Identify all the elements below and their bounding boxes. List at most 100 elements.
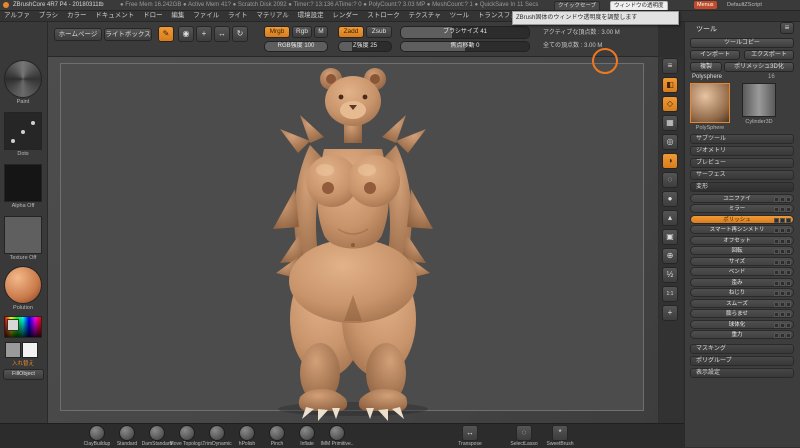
menu-draw[interactable]: ドロー bbox=[143, 11, 163, 21]
section-display-properties[interactable]: 表示設定 bbox=[690, 368, 794, 378]
deform-twist-slider[interactable]: ねじり bbox=[690, 288, 794, 297]
axis-toggles[interactable] bbox=[774, 302, 791, 307]
axis-toggles[interactable] bbox=[774, 312, 791, 317]
section-deformation[interactable]: 変形 bbox=[690, 182, 794, 192]
brush-inflate-thumb[interactable] bbox=[299, 425, 315, 441]
mrgb-button[interactable]: Mrgb bbox=[264, 26, 290, 38]
alpha-thumb[interactable] bbox=[4, 164, 42, 202]
deform-mirror-slider[interactable]: ミラー bbox=[690, 204, 794, 213]
brush-hpolish-thumb[interactable] bbox=[239, 425, 255, 441]
duplicate-button[interactable]: 複製 bbox=[690, 62, 722, 72]
draw-size-slider[interactable]: ブラシサイズ 41 bbox=[400, 26, 530, 39]
menu-texture[interactable]: テクスチャ bbox=[409, 11, 441, 21]
swap-colors-button[interactable]: 入れ替え bbox=[1, 359, 45, 367]
m-button[interactable]: M bbox=[314, 26, 328, 38]
section-preview[interactable]: プレビュー bbox=[690, 158, 794, 168]
section-masking[interactable]: マスキング bbox=[690, 344, 794, 354]
make-polymesh3d-button[interactable]: ポリメッシュ3D化 bbox=[724, 62, 794, 72]
deform-offset-slider[interactable]: オフセット bbox=[690, 236, 794, 245]
menu-color[interactable]: カラー bbox=[67, 11, 87, 21]
scroll-doc-button[interactable]: ≡ bbox=[662, 58, 678, 74]
deform-rotate-slider[interactable]: 回転 bbox=[690, 246, 794, 255]
transpose-tool-icon[interactable]: ↔ bbox=[462, 425, 478, 441]
section-polygroups[interactable]: ポリグループ bbox=[690, 356, 794, 366]
axis-toggles[interactable] bbox=[774, 323, 791, 328]
lightbox-button[interactable]: ライトボックス bbox=[104, 28, 152, 41]
menu-light[interactable]: ライト bbox=[228, 11, 248, 21]
edit-object-button[interactable]: ✎ bbox=[158, 26, 174, 42]
axis-toggles[interactable] bbox=[774, 291, 791, 296]
axis-toggles[interactable] bbox=[774, 207, 791, 212]
deform-smooth-slider[interactable]: スムーズ bbox=[690, 299, 794, 308]
deform-smart-resym-slider[interactable]: スマート再シンメトリ bbox=[690, 225, 794, 234]
material-thumb[interactable] bbox=[4, 266, 42, 304]
section-geometry[interactable]: ジオメトリ bbox=[690, 146, 794, 156]
quicksave-button[interactable]: クイックセーブ bbox=[554, 1, 600, 11]
current-brush-thumb[interactable] bbox=[4, 60, 42, 98]
bpr-render-button[interactable]: ◧ bbox=[662, 77, 678, 93]
zsub-button[interactable]: Zsub bbox=[366, 26, 392, 38]
brush-move-topological-thumb[interactable] bbox=[179, 425, 195, 441]
menu-document[interactable]: ドキュメント bbox=[95, 11, 134, 21]
section-surface[interactable]: サーフェス bbox=[690, 170, 794, 180]
ghost-button[interactable]: ◌ bbox=[662, 172, 678, 188]
section-subtool[interactable]: サブツール bbox=[690, 134, 794, 144]
deform-gravity-slider[interactable]: 重力 bbox=[690, 330, 794, 339]
menu-preferences[interactable]: 環境設定 bbox=[298, 11, 324, 21]
z-intensity-slider[interactable]: Z強度 25 bbox=[338, 41, 392, 52]
menu-brush[interactable]: ブラシ bbox=[39, 11, 58, 21]
active-tool-thumb[interactable] bbox=[690, 83, 730, 123]
brush-pinch-thumb[interactable] bbox=[269, 425, 285, 441]
axis-toggles[interactable] bbox=[774, 228, 791, 233]
copy-tool-button[interactable]: ツールコピー bbox=[690, 38, 794, 48]
rgb-intensity-slider[interactable]: RGB強度 100 bbox=[264, 41, 328, 52]
recent-tool-thumb[interactable] bbox=[742, 83, 776, 117]
menu-stroke[interactable]: ストローク bbox=[367, 11, 400, 21]
zoom-button[interactable]: ½ bbox=[662, 267, 678, 283]
zadd-button[interactable]: Zadd bbox=[338, 26, 364, 38]
window-transparency-button[interactable]: ウィンドウの透明度 bbox=[610, 1, 668, 11]
deform-size-slider[interactable]: サイズ bbox=[690, 257, 794, 266]
actual-size-button[interactable]: 1:1 bbox=[662, 286, 678, 302]
export-button[interactable]: エクスポート bbox=[744, 50, 794, 60]
menu-edit[interactable]: 編集 bbox=[171, 11, 184, 21]
axis-toggles[interactable] bbox=[774, 260, 791, 265]
axis-toggles[interactable] bbox=[774, 218, 791, 223]
rgb-button[interactable]: Rgb bbox=[292, 26, 312, 38]
menu-tool[interactable]: ツール bbox=[450, 11, 470, 21]
deform-distort-slider[interactable]: 歪み bbox=[690, 278, 794, 287]
brush-imm-primitive-thumb[interactable] bbox=[329, 425, 345, 441]
axis-toggles[interactable] bbox=[774, 197, 791, 202]
brush-trimdynamic-thumb[interactable] bbox=[209, 425, 225, 441]
move-doc-button[interactable]: + bbox=[662, 305, 678, 321]
menu-file[interactable]: ファイル bbox=[193, 11, 219, 21]
axis-toggles[interactable] bbox=[774, 281, 791, 286]
palette-menu-icon[interactable]: ≡ bbox=[780, 22, 794, 34]
fill-object-button[interactable]: FillObject bbox=[3, 369, 44, 380]
brush-standard-thumb[interactable] bbox=[119, 425, 135, 441]
solo-button[interactable]: ● bbox=[662, 191, 678, 207]
deform-spherize-slider[interactable]: 球体化 bbox=[690, 320, 794, 329]
axis-toggles[interactable] bbox=[774, 249, 791, 254]
color-picker[interactable] bbox=[4, 316, 42, 338]
import-button[interactable]: インポート bbox=[690, 50, 740, 60]
doc-scale-button[interactable]: ⊕ bbox=[662, 248, 678, 264]
axis-toggles[interactable] bbox=[774, 239, 791, 244]
axis-toggles[interactable] bbox=[774, 333, 791, 338]
deform-bend-slider[interactable]: ベンド bbox=[690, 267, 794, 276]
frame-button[interactable]: ▣ bbox=[662, 229, 678, 245]
menus-toggle[interactable]: Menus bbox=[694, 1, 717, 9]
floor-grid-button[interactable]: ▦ bbox=[662, 115, 678, 131]
homepage-button[interactable]: ホームページ bbox=[54, 28, 102, 41]
primary-color-swatch[interactable] bbox=[5, 342, 21, 358]
select-lasso-icon[interactable]: ◌ bbox=[516, 425, 532, 441]
focal-shift-slider[interactable]: 焦点移動 0 bbox=[400, 41, 530, 52]
menu-render[interactable]: レンダー bbox=[332, 11, 358, 21]
draw-mode-button[interactable]: ◉ bbox=[178, 26, 194, 42]
deform-unify-slider[interactable]: ユニファイ bbox=[690, 194, 794, 203]
deform-inflate-slider[interactable]: 膨らませ bbox=[690, 309, 794, 318]
deform-polish-slider[interactable]: ポリッシュ bbox=[690, 215, 794, 224]
default-zscript-label[interactable]: DefaultZScript bbox=[724, 1, 765, 9]
rotate-mode-button[interactable]: ↻ bbox=[232, 26, 248, 42]
menu-material[interactable]: マテリアル bbox=[256, 11, 288, 21]
